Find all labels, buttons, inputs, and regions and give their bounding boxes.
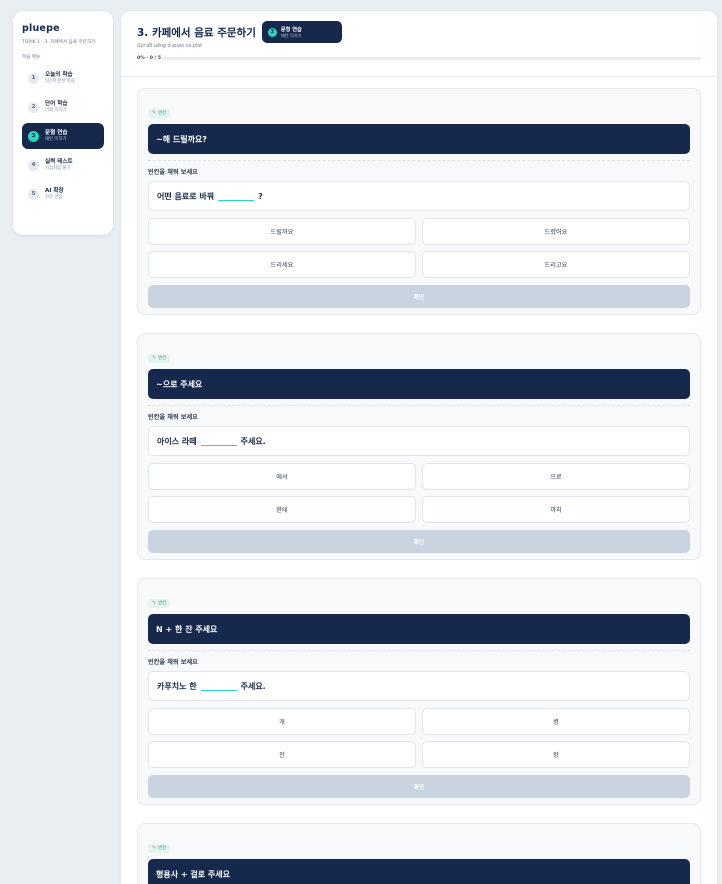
sidebar-item-sub: 어휘 익히기	[45, 107, 67, 113]
divider	[148, 160, 690, 161]
pencil-icon: ✎	[152, 110, 157, 116]
sentence: 어떤 음료로 바꿔 ?	[148, 181, 690, 211]
page-subtitle: Gọi đồ uống ở quán cà phê	[137, 44, 202, 49]
confirm-button[interactable]: 확인	[148, 530, 690, 553]
fill-blank-tag: ✎ 빈칸	[148, 598, 171, 608]
option-button[interactable]: 드렸어요	[422, 218, 690, 245]
progress-bar	[163, 57, 701, 60]
sidebar-item-sub: 시험처럼 풀기	[45, 165, 71, 171]
step-number: 2	[28, 101, 39, 113]
fill-blank-tag: ✎ 빈칸	[148, 843, 171, 853]
tag-label: 빈칸	[158, 601, 167, 606]
sidebar-item-pattern[interactable]: 3 문형 연습 패턴 익히기	[22, 123, 104, 149]
sidebar-item-label: AI 확장	[45, 187, 64, 194]
sentence-after: ?	[258, 191, 263, 201]
tag-label: 빈칸	[158, 356, 167, 361]
instruction: 빈칸을 채워 보세요	[148, 169, 198, 176]
fill-blank-tag: ✎ 빈칸	[148, 108, 171, 118]
options-grid: 드릴까요 드렸어요 드리세요 드리고요	[148, 218, 690, 278]
step-badge-number: 3	[267, 27, 277, 37]
options-grid: 에서 으로 한테 까지	[148, 463, 690, 523]
sentence-before: 어떤 음료로 바꿔	[157, 191, 215, 201]
sidebar-item-sub: 자유 연습	[45, 194, 63, 200]
course-path: TOPIK 1 · 3. 카페에서 음료 주문하기	[22, 40, 96, 45]
option-button[interactable]: 병	[422, 708, 690, 735]
step-number: 3	[28, 130, 39, 142]
option-button[interactable]: 한테	[148, 496, 416, 523]
option-button[interactable]: 까지	[422, 496, 690, 523]
pencil-icon: ✎	[152, 845, 157, 851]
pattern-title: ~해 드릴까요?	[148, 124, 690, 154]
instruction: 빈칸을 채워 보세요	[148, 414, 198, 421]
sidebar-item-sub: 패턴 익히기	[45, 136, 67, 142]
confirm-button[interactable]: 확인	[148, 285, 690, 308]
option-button[interactable]: 장	[422, 741, 690, 768]
page-title: 3. 카페에서 음료 주문하기	[137, 26, 256, 39]
option-button[interactable]: 에서	[148, 463, 416, 490]
sidebar-item-label: 오늘의 학습	[45, 71, 73, 78]
option-button[interactable]: 으로	[422, 463, 690, 490]
divider	[148, 650, 690, 651]
sentence: 카푸치노 한 주세요.	[148, 671, 690, 701]
sentence-after: 주세요.	[240, 681, 266, 691]
step-number: 4	[28, 159, 39, 171]
exercise-card: ✎ 빈칸 N + 한 잔 주세요 빈칸을 채워 보세요 카푸치노 한 주세요. …	[137, 578, 701, 805]
tag-label: 빈칸	[158, 846, 167, 851]
option-button[interactable]: 잔	[148, 741, 416, 768]
instruction: 빈칸을 채워 보세요	[148, 659, 198, 666]
blank-slot[interactable]	[218, 191, 255, 201]
pattern-title: ~으로 주세요	[148, 369, 690, 399]
fill-blank-tag: ✎ 빈칸	[148, 353, 171, 363]
step-number: 1	[28, 72, 39, 84]
step-badge: 3 문형 연습 패턴 익히기	[261, 21, 342, 43]
sidebar-item-vocab[interactable]: 2 단어 학습 어휘 익히기	[22, 94, 104, 120]
step-badge-sub: 패턴 익히기	[280, 32, 302, 38]
sidebar-item-label: 문형 연습	[45, 129, 68, 136]
pencil-icon: ✎	[152, 355, 157, 361]
progress: 0% · 0 / 5	[137, 56, 701, 61]
confirm-button[interactable]: 확인	[148, 775, 690, 798]
blank-slot[interactable]	[200, 681, 237, 691]
exercise-card: ✎ 빈칸 ~해 드릴까요? 빈칸을 채워 보세요 어떤 음료로 바꿔 ? 드릴까…	[137, 88, 701, 315]
sentence: 아이스 라떼 주세요.	[148, 426, 690, 456]
sentence-before: 아이스 라떼	[157, 436, 197, 446]
main-panel: 3. 카페에서 음료 주문하기 3 문형 연습 패턴 익히기 Gọi đồ uố…	[121, 11, 717, 884]
brand-logo[interactable]: pluepe	[22, 23, 104, 34]
option-button[interactable]: 드리세요	[148, 251, 416, 278]
sidebar-item-today[interactable]: 1 오늘의 학습 5단계 완성 학습	[22, 65, 104, 91]
step-number: 5	[28, 188, 39, 200]
pencil-icon: ✎	[152, 600, 157, 606]
page-header: 3. 카페에서 음료 주문하기 3 문형 연습 패턴 익히기 Gọi đồ uố…	[121, 11, 717, 77]
exercise-card: ✎ 빈칸 ~으로 주세요 빈칸을 채워 보세요 아이스 라떼 주세요. 에서 으…	[137, 333, 701, 560]
option-button[interactable]: 드릴까요	[148, 218, 416, 245]
option-button[interactable]: 드리고요	[422, 251, 690, 278]
sidebar-item-ai[interactable]: 5 AI 확장 자유 연습	[22, 181, 104, 207]
pattern-title: N + 한 잔 주세요	[148, 614, 690, 644]
divider	[148, 405, 690, 406]
sidebar-item-label: 실력 테스트	[45, 158, 73, 165]
blank-slot[interactable]	[200, 436, 237, 446]
menu-label: 학습 메뉴	[22, 55, 41, 60]
sentence-before: 카푸치노 한	[157, 681, 197, 691]
sentence-after: 주세요.	[240, 436, 266, 446]
sidebar-item-sub: 5단계 완성 학습	[45, 78, 75, 84]
progress-label: 0% · 0 / 5	[137, 56, 162, 61]
sidebar: pluepe TOPIK 1 · 3. 카페에서 음료 주문하기 학습 메뉴 1…	[13, 11, 113, 235]
option-button[interactable]: 개	[148, 708, 416, 735]
pattern-title: 형용사 + 걸로 주세요	[148, 859, 690, 884]
sidebar-item-test[interactable]: 4 실력 테스트 시험처럼 풀기	[22, 152, 104, 178]
options-grid: 개 병 잔 장	[148, 708, 690, 768]
sidebar-item-label: 단어 학습	[45, 100, 68, 107]
tag-label: 빈칸	[158, 111, 167, 116]
exercise-card: ✎ 빈칸 형용사 + 걸로 주세요	[137, 823, 701, 884]
